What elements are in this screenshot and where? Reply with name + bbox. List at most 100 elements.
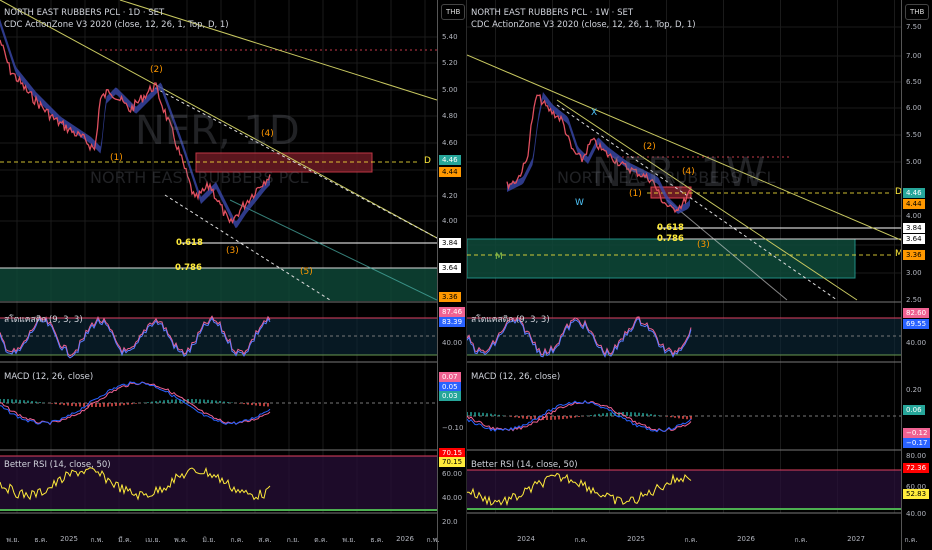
stoch-title[interactable]: สโตแคสติก (9, 3, 3) — [4, 312, 83, 326]
wave-label: (2) — [643, 142, 656, 152]
indicator-title[interactable]: CDC ActionZone V3 2020 (close, 12, 26, 1… — [471, 20, 696, 30]
axis-tick: −0.10 — [442, 424, 464, 432]
trendline — [119, 0, 437, 101]
wave-label: (5) — [300, 267, 313, 277]
grid — [0, 0, 437, 514]
axis-tick: 4.80 — [442, 112, 458, 120]
axis-tick: 7.00 — [906, 52, 922, 60]
wave-label: W — [575, 198, 584, 208]
stoch-d-tag: 69.55 — [903, 319, 930, 329]
axis-tick: 4.60 — [442, 139, 458, 147]
time-axis-label: ก.พ. — [90, 536, 104, 544]
price-tag: 3.36 — [903, 250, 925, 260]
watermark-name: NORTH EAST RUBBERS PCL — [90, 168, 309, 187]
price-axis[interactable]: THB 7.50 7.00 6.50 6.00 5.50 5.00 4.00 3… — [901, 0, 932, 550]
axis-tick: 7.50 — [906, 23, 922, 31]
wave-label: (1) — [629, 189, 642, 199]
price-tag: 3.84 — [439, 238, 461, 248]
currency-button[interactable]: THB — [441, 4, 466, 20]
axis-tick: 40.00 — [906, 510, 927, 518]
price-tag: 4.44 — [439, 167, 461, 177]
macd-title[interactable]: MACD (12, 26, close) — [4, 372, 93, 382]
time-axis-label: ก.ค. — [794, 536, 808, 544]
axis-tick: 5.00 — [442, 86, 458, 94]
macd-tag: −0.17 — [903, 438, 931, 448]
axis-tick: 80.00 — [906, 452, 927, 460]
fib-label: 0.618 — [657, 223, 684, 233]
stoch-k-tag: 87.46 — [439, 307, 466, 317]
zone-label: M — [495, 252, 503, 262]
time-axis-label: ธ.ค. — [370, 536, 384, 544]
axis-tick: 40.00 — [442, 339, 463, 347]
stoch-d-tag: 83.39 — [439, 317, 466, 327]
rsi-tag: 72.36 — [903, 463, 930, 473]
macd-tag: 0.07 — [439, 372, 461, 382]
price-tag: 3.64 — [903, 234, 925, 244]
demand-zone — [467, 238, 856, 279]
time-axis-label: พ.ย. — [342, 536, 356, 544]
wave-label: (3) — [697, 240, 710, 250]
time-axis-label: พ.ค. — [174, 536, 188, 544]
price-tag: 4.44 — [903, 199, 925, 209]
stoch-title[interactable]: สโตแคสติก (9, 3, 3) — [471, 312, 550, 326]
axis-tick: 4.20 — [442, 192, 458, 200]
fib-label: 0.618 — [176, 238, 203, 248]
axis-tick: 5.00 — [906, 158, 922, 166]
price-tag: 4.46 — [903, 188, 925, 198]
time-axis-label: ก.ค. — [904, 536, 918, 544]
axis-tick: 6.50 — [906, 78, 922, 86]
currency-button[interactable]: THB — [905, 4, 930, 20]
price-tag: 4.46 — [439, 155, 461, 165]
time-axis-label: ธ.ค. — [34, 536, 48, 544]
rsi-title[interactable]: Better RSI (14, close, 50) — [4, 460, 111, 470]
wave-label: (2) — [150, 65, 163, 75]
time-axis-label: 2025 — [60, 535, 78, 543]
fib-label: 0.786 — [175, 263, 202, 273]
axis-tick: 5.50 — [906, 131, 922, 139]
chart-panel-weekly[interactable]: NER, 1W NORTH EAST RUBBERS PCL NORTH EAS… — [466, 0, 932, 550]
macd-title[interactable]: MACD (12, 26, close) — [471, 372, 560, 382]
time-axis-label: พ.ย. — [6, 536, 20, 544]
time-axis-label: ต.ค. — [314, 536, 328, 544]
axis-tick: 6.00 — [906, 104, 922, 112]
symbol-title[interactable]: NORTH EAST RUBBERS PCL · 1D · SET — [4, 8, 164, 18]
indicator-panes — [467, 316, 901, 510]
axis-tick: 2.50 — [906, 296, 922, 304]
rsi-tag: 52.83 — [903, 489, 930, 499]
time-axis-label: 2027 — [847, 535, 865, 543]
rsi-title[interactable]: Better RSI (14, close, 50) — [471, 460, 578, 470]
time-axis-label: ก.ค. — [574, 536, 588, 544]
time-axis-label: ก.พ. — [426, 536, 440, 544]
axis-tick: 5.40 — [442, 33, 458, 41]
time-axis-label: เม.ย. — [145, 536, 161, 544]
wave-label: (3) — [226, 246, 239, 256]
watermark-symbol: NER, 1D — [135, 108, 300, 154]
watermark-name: NORTH EAST RUBBERS PCL — [557, 168, 776, 187]
price-tag: 3.36 — [439, 292, 461, 302]
symbol-title[interactable]: NORTH EAST RUBBERS PCL · 1W · SET — [471, 8, 633, 18]
indicator-title[interactable]: CDC ActionZone V3 2020 (close, 12, 26, 1… — [4, 20, 229, 30]
macd-tag: −0.12 — [903, 428, 931, 438]
time-axis-label: 2024 — [517, 535, 535, 543]
rsi-tag: 70.15 — [439, 457, 466, 467]
time-axis-label: 2025 — [627, 535, 645, 543]
stoch-k-tag: 82.60 — [903, 308, 930, 318]
time-axis-label: มิ.ย. — [202, 536, 216, 544]
time-axis-label: 2026 — [396, 535, 414, 543]
wave-label: (4) — [682, 167, 695, 177]
axis-tick: 4.00 — [442, 217, 458, 225]
axis-tick: 4.00 — [906, 212, 922, 220]
macd-tag: 0.03 — [439, 391, 461, 401]
chart-panel-daily[interactable]: NER, 1D NORTH EAST RUBBERS PCL NORTH EAS… — [0, 0, 466, 550]
time-axis-label: ส.ค. — [258, 536, 272, 544]
price-axis[interactable]: THB 5.40 5.20 5.00 4.80 4.60 4.20 4.00 4… — [437, 0, 466, 550]
wave-label: (4) — [261, 129, 274, 139]
axis-tick: 5.20 — [442, 59, 458, 67]
level-label: D — [424, 156, 431, 166]
fib-label: 0.786 — [657, 234, 684, 244]
indicator-panes — [0, 315, 437, 511]
time-axis-label: ก.ย. — [286, 536, 300, 544]
axis-tick: 0.20 — [906, 386, 922, 394]
time-axis-label: ก.ค. — [230, 536, 244, 544]
axis-tick: 20.0 — [442, 518, 458, 526]
